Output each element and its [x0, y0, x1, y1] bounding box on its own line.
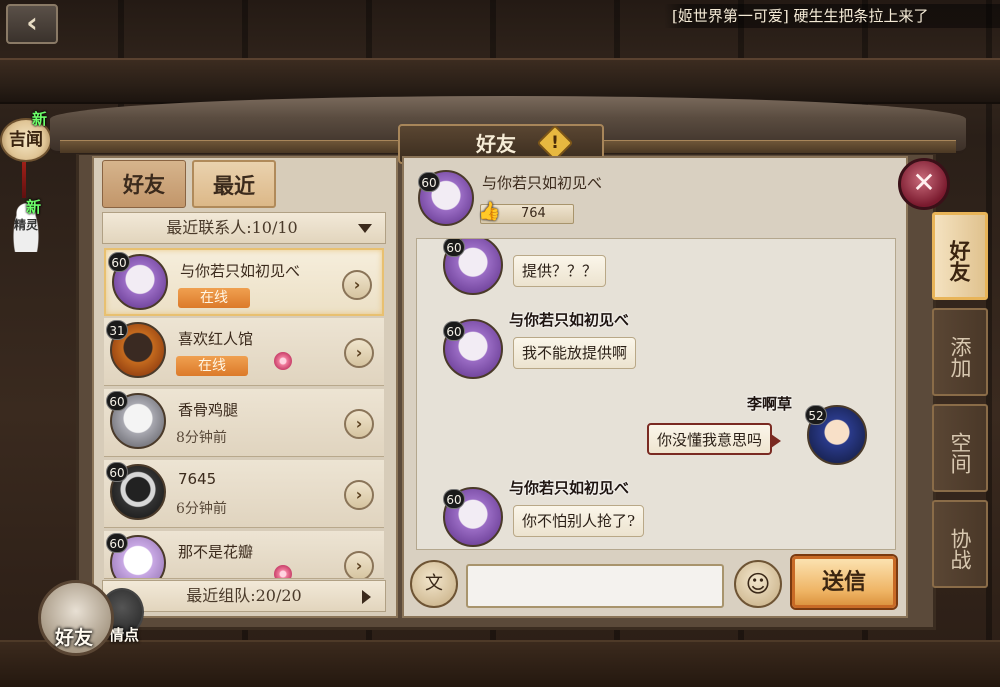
- last-seen-text: 6分钟前: [176, 501, 227, 517]
- chat-marquee: [姬世界第一可爱] 硬生生把条拉上来了: [664, 4, 1000, 28]
- thumbs-up-icon[interactable]: 👍: [478, 200, 500, 224]
- friend-name: 7645: [178, 470, 217, 488]
- status-badge: 在线: [178, 288, 250, 308]
- friend-row[interactable]: 60 与你若只如初见べ 在线 ›: [104, 248, 384, 316]
- chevron-right-icon[interactable]: ›: [344, 409, 374, 439]
- hanging-ornament: [22, 162, 26, 198]
- side-tab-add[interactable]: 添加: [932, 308, 988, 396]
- message-sender: 李啊草: [747, 395, 793, 413]
- recent-contacts-label: 最近联系人:10/10: [166, 218, 298, 237]
- chevron-right-icon[interactable]: ›: [344, 338, 374, 368]
- message-input[interactable]: [466, 564, 724, 608]
- friend-row[interactable]: 60 香骨鸡腿 8分钟前 ›: [104, 389, 384, 457]
- level-badge: 60: [443, 321, 465, 341]
- play-arrow-icon[interactable]: [362, 590, 371, 604]
- emoji-button[interactable]: ☺: [734, 560, 782, 608]
- level-badge: 60: [106, 391, 128, 411]
- voice-to-text-button[interactable]: 文: [410, 560, 458, 608]
- level-badge: 60: [108, 252, 130, 272]
- microphone-icon: 文: [425, 573, 443, 594]
- recent-team-label: 最近组队:20/20: [186, 586, 302, 605]
- level-badge: 60: [443, 239, 465, 257]
- news-label: 吉闻: [9, 130, 43, 150]
- close-button[interactable]: ✕: [898, 158, 950, 210]
- back-button[interactable]: ‹: [6, 4, 58, 44]
- level-badge: 31: [106, 320, 128, 340]
- chevron-right-icon[interactable]: ›: [344, 551, 374, 578]
- friend-name: 那不是花瓣: [178, 543, 254, 561]
- chevron-right-icon[interactable]: ›: [342, 270, 372, 300]
- message-sender: 与你若只如初见べ: [509, 311, 630, 329]
- side-tab-space[interactable]: 空间: [932, 404, 988, 492]
- level-badge: 60: [106, 462, 128, 482]
- friend-name: 喜欢红人馆: [178, 330, 254, 348]
- chat-partner-name: 与你若只如初见べ: [482, 174, 603, 192]
- side-tab-cooperate[interactable]: 协战: [932, 500, 988, 588]
- chat-partner-level: 60: [418, 172, 440, 192]
- last-seen-text: 8分钟前: [176, 430, 227, 446]
- background-floor: [0, 640, 1000, 687]
- tab-friends[interactable]: 好友: [102, 160, 186, 208]
- friends-menu-label: 好友: [54, 627, 93, 649]
- friend-name: 香骨鸡腿: [178, 401, 239, 419]
- friend-row[interactable]: 60 那不是花瓣 ›: [104, 531, 384, 579]
- recent-contacts-dropdown[interactable]: 最近联系人:10/10: [102, 212, 386, 244]
- smiley-icon: ☺: [745, 570, 771, 598]
- warning-icon-glyph: !: [551, 133, 559, 153]
- recent-team-bar[interactable]: 最近组队:20/20: [102, 580, 386, 612]
- level-badge: 60: [106, 533, 128, 553]
- friend-name: 与你若只如初见べ: [180, 262, 301, 280]
- message-bubble: 提供？？？: [513, 255, 607, 287]
- chevron-down-icon[interactable]: [358, 224, 372, 233]
- chevron-right-icon[interactable]: ›: [344, 480, 374, 510]
- close-icon: ✕: [912, 166, 936, 199]
- message-bubble: 我不能放提供啊: [513, 337, 637, 369]
- tab-recent[interactable]: 最近: [192, 160, 276, 208]
- back-arrow-icon: ‹: [26, 6, 38, 39]
- spirit-new-badge: 新: [26, 198, 42, 216]
- message-sender: 与你若只如初见べ: [509, 479, 630, 497]
- friend-row[interactable]: 60 7645 6分钟前 ›: [104, 460, 384, 528]
- chat-message-area[interactable]: 60 提供？？？ 60 与你若只如初见べ 我不能放提供啊 52 李啊草 你没懂我…: [416, 238, 896, 550]
- status-badge: 在线: [176, 356, 248, 376]
- side-tab-friends[interactable]: 好友: [932, 212, 988, 300]
- new-badge: 新: [32, 110, 48, 128]
- send-button[interactable]: 送信: [792, 556, 896, 608]
- level-badge: 52: [805, 405, 827, 425]
- flower-icon: [274, 352, 292, 370]
- spirit-label: 精灵: [13, 218, 38, 232]
- message-bubble: 你不怕别人抢了?: [513, 505, 645, 537]
- panel-title-text: 好友: [476, 132, 516, 156]
- level-badge: 60: [443, 489, 465, 509]
- message-bubble: 你没懂我意思吗: [647, 423, 782, 455]
- flower-icon: [274, 565, 292, 578]
- friend-row[interactable]: 31 喜欢红人馆 在线 ›: [104, 318, 384, 386]
